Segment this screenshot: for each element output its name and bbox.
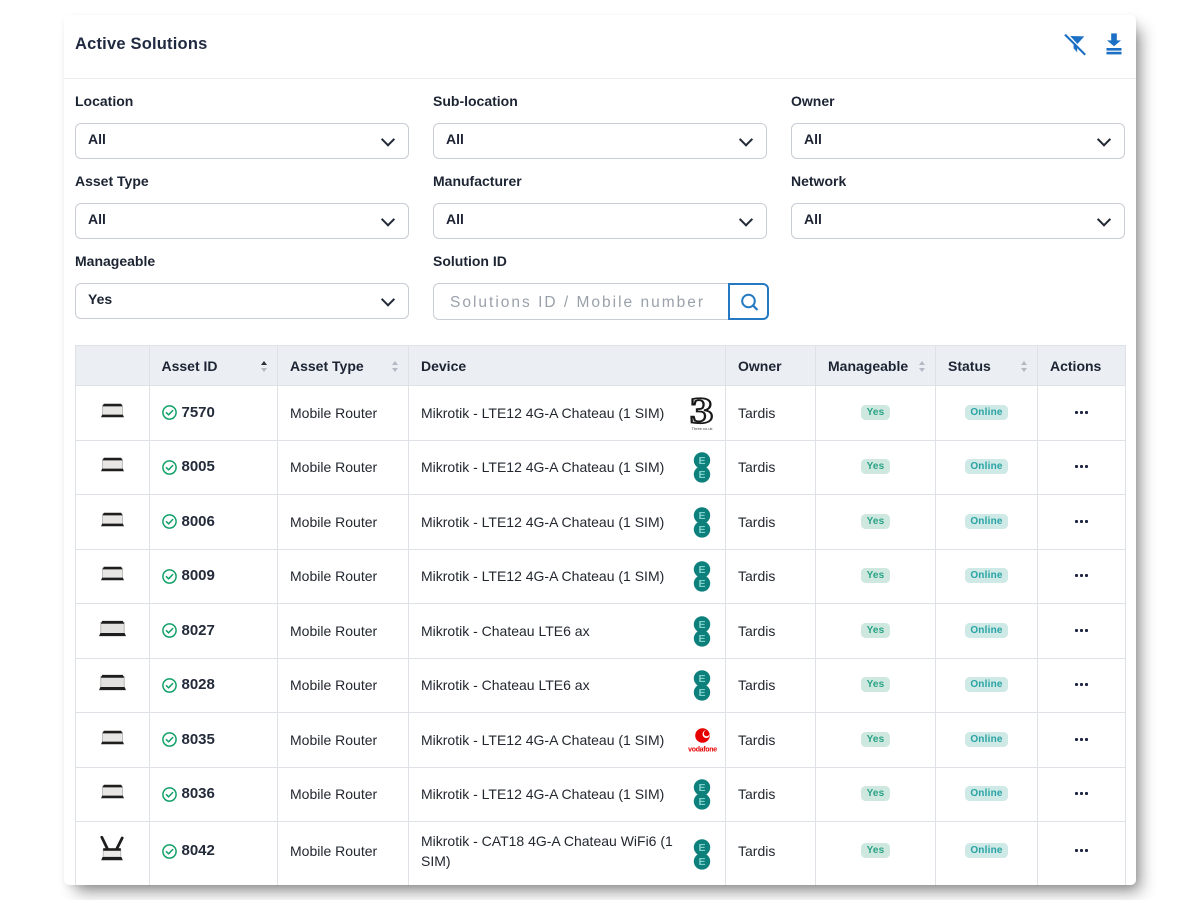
svg-text:E: E — [698, 687, 705, 699]
svg-text:E: E — [698, 673, 705, 685]
svg-text:E: E — [698, 796, 705, 808]
svg-text:E: E — [698, 524, 705, 536]
svg-text:E: E — [698, 510, 705, 522]
svg-text:E: E — [698, 633, 705, 645]
svg-text:E: E — [698, 782, 705, 794]
svg-text:E: E — [698, 856, 705, 868]
svg-text:E: E — [698, 578, 705, 590]
svg-text:E: E — [698, 469, 705, 481]
svg-text:vodafone: vodafone — [688, 746, 717, 753]
svg-text:E: E — [698, 842, 705, 854]
svg-text:E: E — [698, 455, 705, 467]
svg-text:E: E — [698, 619, 705, 631]
svg-text:E: E — [698, 564, 705, 576]
